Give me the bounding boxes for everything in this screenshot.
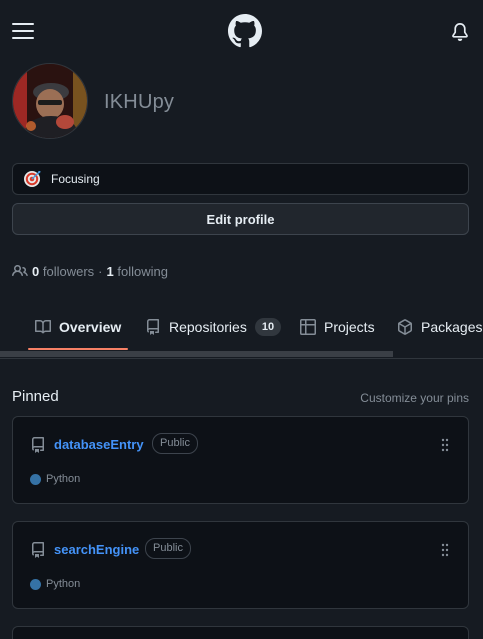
- language-label: Python: [46, 578, 81, 590]
- following-count: 1: [106, 263, 114, 279]
- visibility-badge: Public: [145, 538, 191, 559]
- repo-name-link[interactable]: databaseEntry: [54, 437, 144, 452]
- pinned-card: [12, 626, 469, 639]
- status-text: Focusing: [51, 172, 100, 186]
- repo-icon: [31, 542, 44, 558]
- language-color-dot: [30, 473, 41, 485]
- repo-icon: [31, 437, 44, 453]
- pinned-heading: Pinned: [12, 388, 59, 405]
- profile-page: IKHUpy Focusing Edit profile 0 followers…: [0, 0, 483, 639]
- github-mark-icon[interactable]: [228, 14, 262, 48]
- table-icon: [300, 319, 316, 335]
- username: IKHUpy: [104, 91, 175, 113]
- avatar[interactable]: [12, 63, 88, 139]
- drag-handle-icon[interactable]: [441, 543, 449, 557]
- followers-link[interactable]: 0 followers: [32, 264, 94, 279]
- hamburger-menu-icon[interactable]: [12, 21, 36, 41]
- repo-name-link[interactable]: searchEngine: [54, 542, 139, 557]
- top-bar: [0, 0, 483, 62]
- followers-label: followers: [42, 263, 95, 279]
- people-icon: [12, 264, 28, 277]
- tab-overview[interactable]: Overview: [35, 306, 121, 348]
- tabs-divider: [0, 358, 483, 359]
- following-link[interactable]: 1 following: [107, 264, 168, 279]
- repo-language: Python: [30, 578, 80, 590]
- edit-profile-button[interactable]: Edit profile: [12, 203, 469, 235]
- language-color-dot: [30, 578, 41, 590]
- following-label: following: [117, 263, 168, 279]
- tab-overview-label: Overview: [59, 319, 122, 335]
- customize-pins-link[interactable]: Customize your pins: [360, 391, 469, 405]
- dart-emoji-icon: [24, 171, 41, 187]
- repo-icon: [147, 319, 159, 335]
- profile-tabs: Overview Repositories 10 Projects Packag…: [0, 306, 483, 359]
- active-tab-indicator: [28, 348, 128, 350]
- tabs-scrollbar[interactable]: [0, 351, 393, 357]
- tab-projects-label: Projects: [324, 319, 375, 335]
- tab-packages[interactable]: Packages: [397, 306, 482, 348]
- book-icon: [35, 319, 51, 334]
- followers-count: 0: [32, 263, 40, 279]
- language-label: Python: [46, 473, 81, 485]
- follow-separator: ·: [98, 263, 103, 279]
- pinned-card: searchEngine Public Python: [12, 521, 469, 609]
- package-icon: [398, 319, 412, 335]
- tab-repositories-label: Repositories: [169, 319, 247, 335]
- status-button[interactable]: Focusing: [12, 163, 469, 195]
- followers-row: 0 followers · 1 following: [12, 262, 168, 280]
- visibility-badge: Public: [152, 433, 198, 454]
- tab-projects[interactable]: Projects: [300, 306, 375, 348]
- bell-icon[interactable]: [451, 22, 469, 42]
- drag-handle-icon[interactable]: [441, 438, 449, 452]
- tab-repositories[interactable]: Repositories 10: [145, 306, 282, 348]
- tab-packages-label: Packages: [421, 319, 483, 335]
- repositories-counter: 10: [254, 318, 282, 336]
- pinned-card: databaseEntry Public Python: [12, 416, 469, 504]
- repo-language: Python: [30, 473, 80, 485]
